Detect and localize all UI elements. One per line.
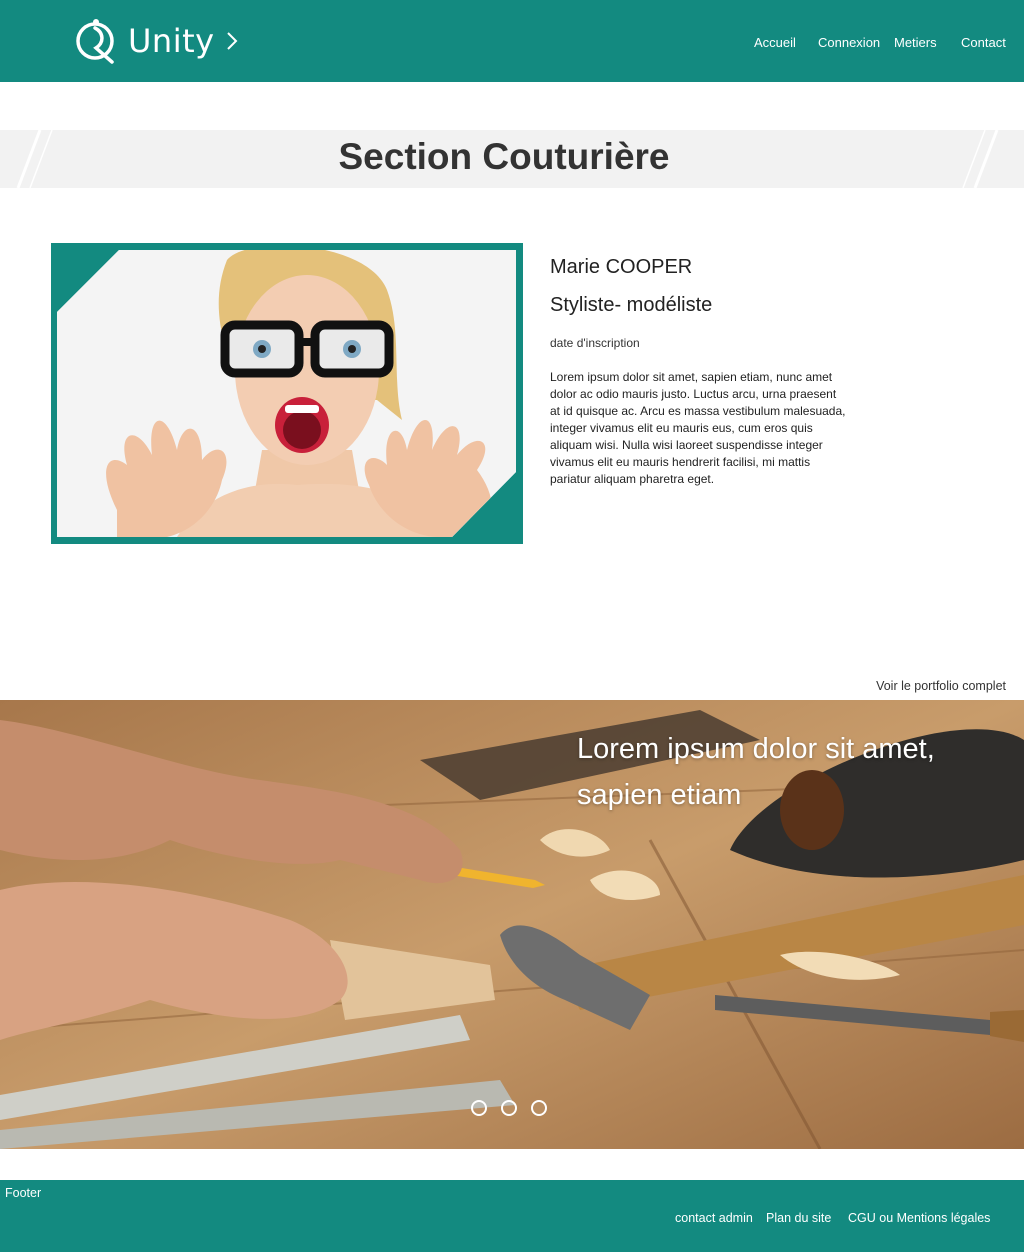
nav-connexion[interactable]: Connexion bbox=[818, 35, 880, 50]
site-footer: Footer contact admin Plan du site CGU ou… bbox=[0, 1180, 1024, 1252]
profile-role: Styliste- modéliste bbox=[550, 294, 713, 316]
portfolio-link[interactable]: Voir le portfolio complet bbox=[876, 679, 1006, 693]
profile-name: Marie COOPER bbox=[550, 256, 693, 278]
section-title: Section Couturière bbox=[338, 136, 670, 177]
section-title-band: Section Couturière bbox=[0, 130, 1024, 188]
footer-label: Footer bbox=[5, 1186, 42, 1200]
slider-dot-1[interactable] bbox=[471, 1100, 487, 1116]
footer-link-legal[interactable]: CGU ou Mentions légales bbox=[848, 1211, 990, 1225]
profile-bio: Lorem ipsum dolor sit amet, sapien etiam… bbox=[550, 370, 846, 486]
footer-link-contact-admin[interactable]: contact admin bbox=[675, 1211, 753, 1225]
nav-metiers[interactable]: Metiers bbox=[894, 35, 937, 50]
profile-registration-date: date d'inscription bbox=[550, 336, 640, 350]
slider-dot-2[interactable] bbox=[501, 1100, 517, 1116]
footer-link-sitemap[interactable]: Plan du site bbox=[766, 1211, 831, 1225]
profile-photo-illustration bbox=[57, 250, 516, 537]
nav-contact[interactable]: Contact bbox=[961, 35, 1006, 50]
profile-photo bbox=[57, 250, 516, 537]
slide-caption: Lorem ipsum dolor sit amet, sapien etiam bbox=[577, 733, 935, 811]
slider-dot-3[interactable] bbox=[531, 1100, 547, 1116]
nav-accueil[interactable]: Accueil bbox=[754, 35, 796, 50]
main-nav: Accueil Connexion Metiers Contact bbox=[0, 35, 1024, 53]
site-header: Unity Accueil Connexion Metiers Contact bbox=[0, 0, 1024, 82]
profile-photo-frame bbox=[51, 243, 523, 544]
